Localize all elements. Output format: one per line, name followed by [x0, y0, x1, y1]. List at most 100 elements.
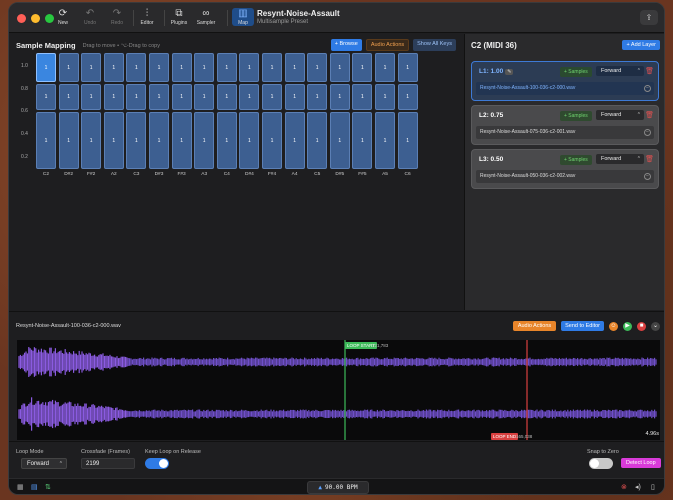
zone-cell[interactable]: 1 — [149, 84, 169, 110]
zone-cell[interactable]: 1 — [103, 112, 124, 169]
zone-cell[interactable]: 1 — [239, 112, 260, 169]
sampler-button[interactable]: ∞ Sampler — [195, 8, 217, 26]
layer-card-3[interactable]: L3: 0.50 + Samples Forward ⌃ 🗑 Resynt-Noi… — [471, 149, 659, 189]
zone-cell[interactable]: 1 — [81, 112, 102, 169]
zone-cell[interactable]: 1 — [352, 112, 373, 169]
zone-cell[interactable]: 1 — [352, 53, 373, 82]
send-to-editor-button[interactable]: Send to Editor — [561, 321, 604, 331]
keep-loop-toggle[interactable] — [145, 458, 169, 469]
zone-cell[interactable]: 1 — [262, 53, 282, 82]
sample-file-row[interactable]: Resynt-Noise-Assault-100-036-c2-000.wav − — [476, 82, 654, 95]
zone-cell[interactable]: 1 — [307, 53, 328, 82]
volume-icon[interactable]: ◂) — [635, 483, 641, 491]
zone-cell[interactable]: 1 — [103, 53, 124, 82]
smiley-icon[interactable]: ☺ — [609, 321, 618, 331]
record-stop-icon[interactable]: ⊗ — [621, 483, 627, 491]
zone-cell[interactable]: 1 — [216, 84, 237, 110]
zone-cell[interactable]: 1 — [36, 53, 56, 82]
crossfade-input[interactable]: 2199 — [81, 458, 135, 469]
zone-cell[interactable]: 1 — [329, 53, 350, 82]
zone-cell[interactable]: 1 — [216, 112, 237, 169]
trash-icon[interactable]: 🗑 — [645, 67, 654, 75]
redo-button[interactable]: ↷ Redo — [106, 8, 128, 26]
zone-cell[interactable]: 1 — [397, 84, 418, 110]
loop-mode-select[interactable]: Forward ⌃ — [21, 458, 67, 469]
zone-cell[interactable]: 1 — [58, 53, 79, 82]
close-window-button[interactable] — [17, 14, 26, 23]
sidebar-icon[interactable]: ▯ — [651, 483, 655, 491]
layer-card-1[interactable]: L1: 1.00 ✎ + Samples Forward ⌃ 🗑 Resynt-No… — [471, 61, 659, 101]
zone-cell[interactable]: 1 — [126, 53, 147, 82]
zone-cell[interactable]: 1 — [284, 53, 305, 82]
direction-select[interactable]: Forward ⌃ — [596, 66, 644, 76]
zone-cell[interactable]: 1 — [375, 84, 395, 110]
zone-cell[interactable]: 1 — [329, 112, 350, 169]
remove-icon[interactable]: − — [644, 129, 651, 136]
zone-cell[interactable]: 1 — [36, 112, 56, 169]
trash-icon[interactable]: 🗑 — [645, 111, 654, 119]
edit-icon[interactable]: ✎ — [505, 69, 514, 75]
layer-card-2[interactable]: L2: 0.75 + Samples Forward ⌃ 🗑 Resynt-Noi… — [471, 105, 659, 145]
audio-actions-button[interactable]: Audio Actions — [365, 39, 410, 51]
zone-cell[interactable]: 1 — [81, 53, 102, 82]
trash-icon[interactable]: 🗑 — [645, 155, 654, 163]
zone-cell[interactable]: 1 — [126, 112, 147, 169]
bpm-display[interactable]: ▲ 90.00 BPM — [307, 481, 369, 494]
undo-button[interactable]: ↶ Undo — [79, 8, 101, 26]
piano-icon[interactable]: ▦ — [17, 483, 24, 491]
zone-cell[interactable]: 1 — [194, 112, 215, 169]
waveform-display[interactable] — [17, 340, 660, 440]
show-all-keys-button[interactable]: Show All Keys — [413, 39, 456, 51]
add-samples-button[interactable]: + Samples — [560, 67, 592, 77]
audio-actions-button[interactable]: Audio Actions — [512, 321, 557, 331]
zone-cell[interactable]: 1 — [352, 84, 373, 110]
zone-cell[interactable]: 1 — [171, 84, 192, 110]
map-button[interactable]: ▥ Map — [232, 8, 254, 26]
keyboard-icon[interactable]: ▤ — [31, 483, 38, 491]
zone-cell[interactable]: 1 — [126, 84, 147, 110]
zone-cell[interactable]: 1 — [103, 84, 124, 110]
zone-cell[interactable]: 1 — [194, 84, 215, 110]
add-layer-button[interactable]: + Add Layer — [622, 40, 660, 50]
detect-loop-button[interactable]: Detect Loop — [621, 458, 661, 468]
zone-cell[interactable]: 1 — [239, 53, 260, 82]
zone-cell[interactable]: 1 — [149, 53, 169, 82]
play-icon[interactable]: ▶ — [623, 321, 632, 331]
zone-cell[interactable]: 1 — [239, 84, 260, 110]
zone-cell[interactable]: 1 — [284, 84, 305, 110]
zone-cell[interactable]: 1 — [307, 84, 328, 110]
zone-cell[interactable]: 1 — [307, 112, 328, 169]
minimize-window-button[interactable] — [31, 14, 40, 23]
remove-icon[interactable]: − — [644, 85, 651, 92]
zone-cell[interactable]: 1 — [375, 53, 395, 82]
remove-icon[interactable]: − — [644, 173, 651, 180]
zone-cell[interactable]: 1 — [262, 112, 282, 169]
new-button[interactable]: ⟳ New — [52, 8, 74, 26]
loop-end-marker[interactable]: LOOP END — [491, 433, 519, 440]
zone-cell[interactable]: 1 — [329, 84, 350, 110]
browse-button[interactable]: + Browse — [330, 39, 362, 51]
zone-cell[interactable]: 1 — [81, 84, 102, 110]
zone-cell[interactable]: 1 — [36, 84, 56, 110]
zone-cell[interactable]: 1 — [397, 53, 418, 82]
zone-cell[interactable]: 1 — [171, 112, 192, 169]
zone-cell[interactable]: 1 — [284, 112, 305, 169]
snap-to-zero-toggle[interactable] — [589, 458, 613, 469]
direction-select[interactable]: Forward ⌃ — [596, 110, 644, 120]
midi-activity-icon[interactable]: ⇅ — [45, 483, 51, 491]
chevron-down-icon[interactable]: ⌄ — [651, 321, 660, 331]
zone-cell[interactable]: 1 — [149, 112, 169, 169]
zone-cell[interactable]: 1 — [262, 84, 282, 110]
sample-file-row[interactable]: Resynt-Noise-Assault-075-036-c2-001.wav − — [476, 126, 654, 139]
share-button[interactable]: ⇪ — [640, 10, 658, 25]
sample-file-row[interactable]: Resynt-Noise-Assault-050-036-c2-002.wav − — [476, 170, 654, 183]
stop-icon[interactable]: ■ — [637, 321, 646, 331]
zone-cell[interactable]: 1 — [58, 112, 79, 169]
direction-select[interactable]: Forward ⌃ — [596, 154, 644, 164]
add-samples-button[interactable]: + Samples — [560, 155, 592, 165]
zone-cell[interactable]: 1 — [397, 112, 418, 169]
plugins-button[interactable]: ⧉ Plugins — [168, 8, 190, 26]
zone-cell[interactable]: 1 — [171, 53, 192, 82]
zone-cell[interactable]: 1 — [194, 53, 215, 82]
editor-button[interactable]: ⫶ Editor — [136, 8, 158, 26]
